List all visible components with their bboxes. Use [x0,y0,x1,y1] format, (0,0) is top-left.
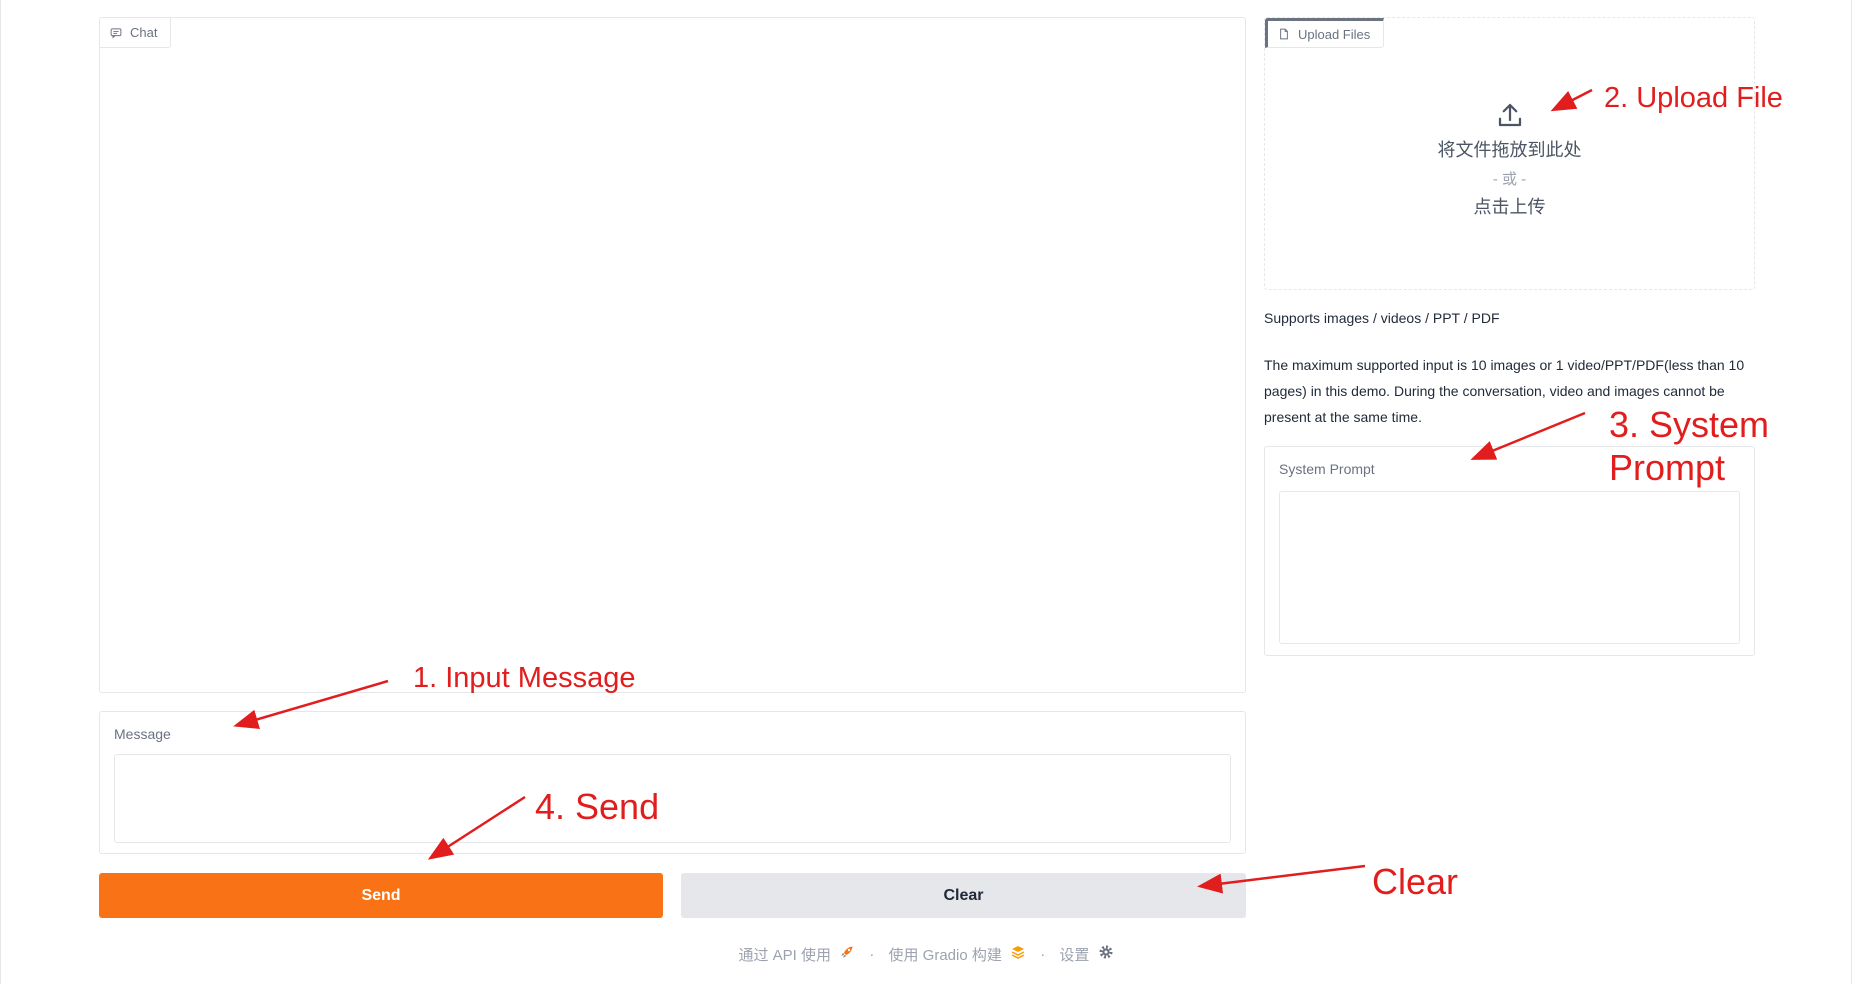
api-link-text: 通过 API 使用 [738,947,831,964]
gear-icon [1099,945,1113,959]
upload-label-text: Upload Files [1298,26,1371,42]
file-icon [1280,28,1288,40]
message-label: Message [114,726,171,742]
chat-label-text: Chat [130,25,158,40]
gradio-logo-icon [1011,946,1025,960]
upload-label: Upload Files [1265,18,1385,48]
message-input[interactable] [114,754,1231,843]
chat-label: Chat [100,18,172,48]
rocket-icon [841,946,853,958]
upload-click-text: 点击上传 [1473,197,1546,217]
annotation-system-prompt-line2: Prompt [1609,447,1726,488]
annotation-send: 4. Send [535,786,660,827]
footer: 通过 API 使用 · 使用 Gradio 构建 · 设置 [0,944,1852,965]
annotation-clear: Clear [1372,861,1459,902]
upload-prompt[interactable]: 将文件拖放到此处 - 或 - 点击上传 [1265,100,1754,219]
annotation-upload-file: 2. Upload File [1604,82,1783,114]
clear-button[interactable]: Clear [681,873,1246,918]
footer-separator: · [869,946,875,963]
chat-bubble-icon [110,27,122,39]
annotation-system-prompt-line1: 3. System [1609,404,1770,445]
supports-text: Supports images / videos / PPT / PDF [1264,310,1500,326]
upload-or-text: - 或 - [1492,171,1527,188]
send-button[interactable]: Send [99,873,663,918]
api-link[interactable]: 通过 API 使用 [738,944,855,965]
settings-link-text: 设置 [1059,947,1090,964]
gradio-link[interactable]: 使用 Gradio 构建 [888,944,1026,965]
footer-separator: · [1040,946,1046,963]
gradio-link-text: 使用 Gradio 构建 [888,947,1002,964]
message-block: Message [99,711,1246,854]
settings-link[interactable]: 设置 [1059,944,1113,965]
system-prompt-input[interactable] [1279,491,1740,644]
annotation-input-message: 1. Input Message [413,662,636,694]
chat-panel[interactable]: Chat [99,17,1246,693]
upload-drop-text: 将文件拖放到此处 [1437,140,1582,160]
upload-arrow-icon [1498,103,1521,127]
upload-dropzone[interactable]: Upload Files 将文件拖放到此处 - 或 - 点击上传 [1264,17,1755,290]
